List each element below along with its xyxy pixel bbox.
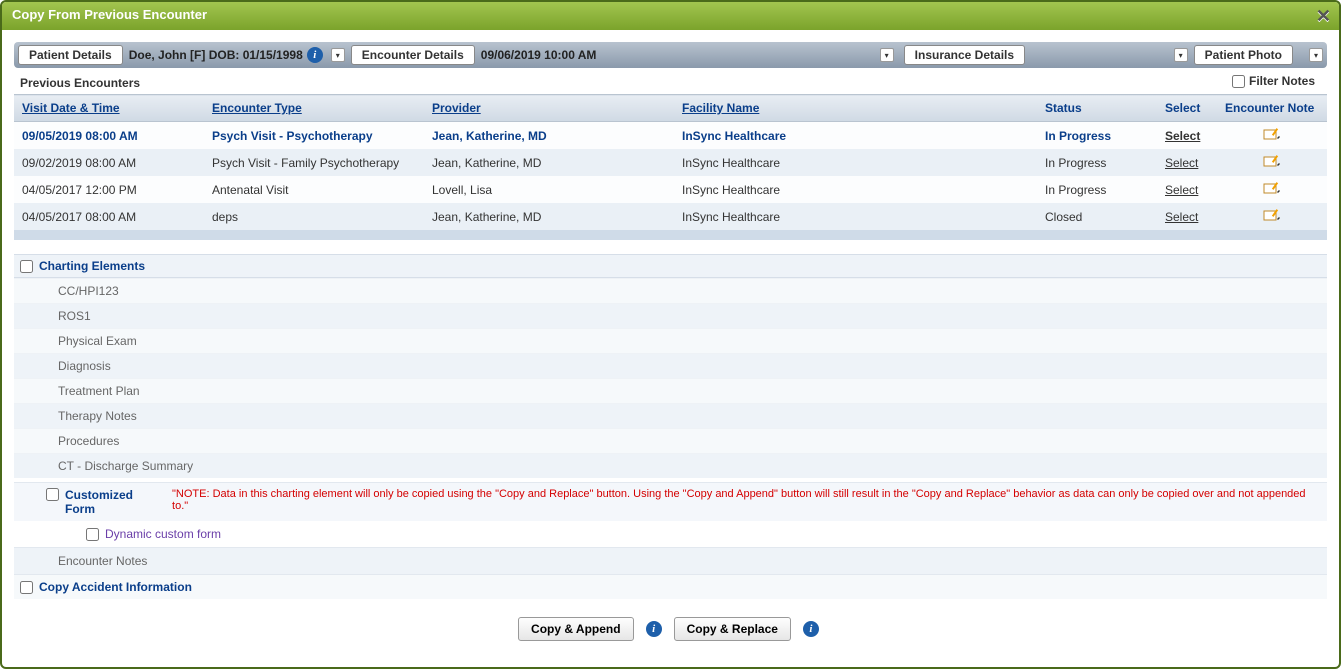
cell-status: In Progress <box>1037 176 1157 203</box>
encounter-note-icon[interactable] <box>1263 208 1281 222</box>
charting-element-row[interactable]: ROS1 <box>14 303 1327 328</box>
charting-element-row[interactable]: Therapy Notes <box>14 403 1327 428</box>
copy-accident-checkbox[interactable] <box>20 581 33 594</box>
cell-facility[interactable]: InSync Healthcare <box>674 122 1037 150</box>
col-status: Status <box>1037 95 1157 122</box>
tab-label: Patient Photo <box>1205 48 1282 62</box>
charting-element-row[interactable]: Physical Exam <box>14 328 1327 353</box>
charting-elements-label: Charting Elements <box>39 259 145 273</box>
cell-provider: Jean, Katherine, MD <box>424 203 674 230</box>
charting-elements-header: Charting Elements <box>14 254 1327 278</box>
customized-form-note: "NOTE: Data in this charting element wil… <box>172 488 1321 512</box>
col-type[interactable]: Encounter Type <box>204 95 424 122</box>
previous-encounters-label: Previous Encounters <box>20 76 1339 90</box>
charting-element-row[interactable]: Procedures <box>14 428 1327 453</box>
info-icon[interactable]: i <box>307 47 323 63</box>
info-icon[interactable]: i <box>646 621 662 637</box>
previous-encounters-table: Visit Date & Time Encounter Type Provide… <box>14 94 1327 240</box>
charting-element-row[interactable]: Treatment Plan <box>14 378 1327 403</box>
col-select: Select <box>1157 95 1217 122</box>
customized-form-label: Customized Form <box>65 488 166 516</box>
tab-label: Patient Details <box>29 48 112 62</box>
patient-summary: Doe, John [F] DOB: 01/15/1998 <box>129 48 303 62</box>
filter-notes-checkbox[interactable] <box>1232 75 1245 88</box>
cell-provider: Lovell, Lisa <box>424 176 674 203</box>
encounter-note-icon[interactable] <box>1263 181 1281 195</box>
cell-status: In Progress <box>1037 149 1157 176</box>
col-note: Encounter Note <box>1217 95 1327 122</box>
tab-patient-photo[interactable]: Patient Photo <box>1194 45 1293 65</box>
tab-encounter-details[interactable]: Encounter Details <box>351 45 475 65</box>
table-row: 04/05/2017 12:00 PMAntenatal VisitLovell… <box>14 176 1327 203</box>
filter-notes-label: Filter Notes <box>1249 74 1315 88</box>
copy-replace-button[interactable]: Copy & Replace <box>674 617 791 641</box>
encounter-summary: 09/06/2019 10:00 AM <box>481 48 597 62</box>
tab-insurance-details[interactable]: Insurance Details <box>904 45 1025 65</box>
cell-facility: InSync Healthcare <box>674 203 1037 230</box>
cell-type[interactable]: Psych Visit - Psychotherapy <box>204 122 424 150</box>
cell-type: Psych Visit - Family Psychotherapy <box>204 149 424 176</box>
encounter-dropdown[interactable]: ▾ <box>880 48 894 62</box>
cell-visit: 04/05/2017 08:00 AM <box>14 203 204 230</box>
dynamic-form-checkbox[interactable] <box>86 528 99 541</box>
cell-facility: InSync Healthcare <box>674 149 1037 176</box>
charting-element-row[interactable]: CT - Discharge Summary <box>14 453 1327 478</box>
cell-status: Closed <box>1037 203 1157 230</box>
encounter-notes-row: Encounter Notes <box>14 547 1327 574</box>
cell-provider[interactable]: Jean, Katherine, MD <box>424 122 674 150</box>
table-row: 04/05/2017 08:00 AMdepsJean, Katherine, … <box>14 203 1327 230</box>
select-link[interactable]: Select <box>1165 129 1200 143</box>
table-row: 09/02/2019 08:00 AMPsych Visit - Family … <box>14 149 1327 176</box>
col-visit[interactable]: Visit Date & Time <box>14 95 204 122</box>
select-link[interactable]: Select <box>1165 183 1198 197</box>
cell-type: Antenatal Visit <box>204 176 424 203</box>
select-link[interactable]: Select <box>1165 156 1198 170</box>
charting-elements-checkbox[interactable] <box>20 260 33 273</box>
cell-visit: 04/05/2017 12:00 PM <box>14 176 204 203</box>
copy-accident-label: Copy Accident Information <box>39 580 192 594</box>
table-row: 09/05/2019 08:00 AMPsych Visit - Psychot… <box>14 122 1327 150</box>
cell-facility: InSync Healthcare <box>674 176 1037 203</box>
copy-append-button[interactable]: Copy & Append <box>518 617 634 641</box>
col-facility[interactable]: Facility Name <box>674 95 1037 122</box>
charting-element-row[interactable]: CC/HPI123 <box>14 278 1327 303</box>
encounter-note-icon[interactable] <box>1263 154 1281 168</box>
tab-label: Encounter Details <box>362 48 464 62</box>
modal-title: Copy From Previous Encounter <box>12 7 207 22</box>
photo-dropdown[interactable]: ▾ <box>1309 48 1323 62</box>
cell-visit[interactable]: 09/05/2019 08:00 AM <box>14 122 204 150</box>
insurance-dropdown[interactable]: ▾ <box>1174 48 1188 62</box>
context-header: Patient Details Doe, John [F] DOB: 01/15… <box>14 42 1327 68</box>
info-icon[interactable]: i <box>803 621 819 637</box>
tab-patient-details[interactable]: Patient Details <box>18 45 123 65</box>
cell-provider: Jean, Katherine, MD <box>424 149 674 176</box>
close-icon[interactable]: ✕ <box>1316 6 1331 27</box>
cell-visit: 09/02/2019 08:00 AM <box>14 149 204 176</box>
encounter-note-icon[interactable] <box>1263 127 1281 141</box>
patient-dropdown[interactable]: ▾ <box>331 48 345 62</box>
col-provider[interactable]: Provider <box>424 95 674 122</box>
charting-element-row[interactable]: Diagnosis <box>14 353 1327 378</box>
dynamic-form-label: Dynamic custom form <box>105 527 221 541</box>
customized-form-checkbox[interactable] <box>46 488 59 501</box>
cell-type: deps <box>204 203 424 230</box>
select-link[interactable]: Select <box>1165 210 1198 224</box>
cell-status: In Progress <box>1037 122 1157 150</box>
tab-label: Insurance Details <box>915 48 1014 62</box>
